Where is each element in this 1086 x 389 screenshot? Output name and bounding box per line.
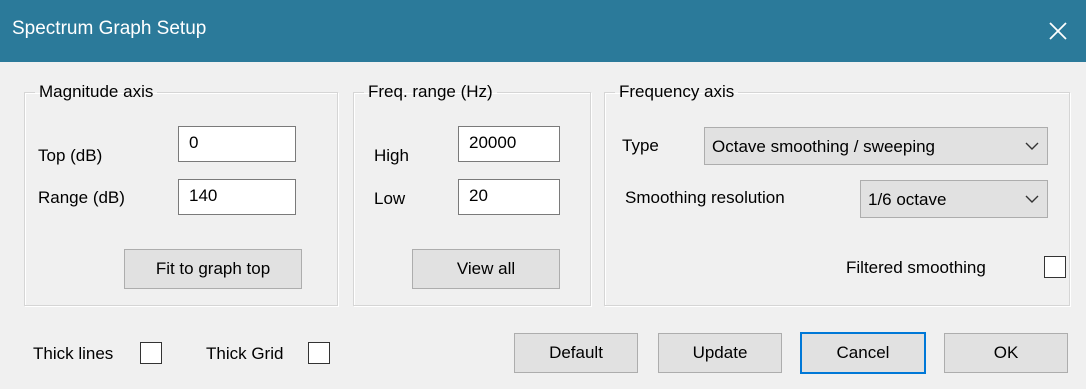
smoothing-resolution-value: 1/6 octave (868, 190, 947, 209)
chevron-down-icon (1025, 195, 1039, 203)
thick-lines-label: Thick lines (33, 344, 114, 363)
close-icon (1049, 22, 1067, 40)
smoothing-resolution-select[interactable]: 1/6 octave (860, 180, 1048, 218)
type-label: Type (622, 136, 659, 155)
title-bar[interactable]: Spectrum Graph Setup (0, 0, 1086, 62)
ok-button[interactable]: OK (944, 333, 1068, 373)
filtered-smoothing-label: Filtered smoothing (846, 258, 986, 277)
top-db-input[interactable]: 0 (178, 126, 296, 162)
range-db-input[interactable]: 140 (178, 179, 296, 215)
spectrum-graph-setup-dialog: Spectrum Graph Setup Magnitude axis Top … (0, 0, 1086, 389)
cancel-button[interactable]: Cancel (800, 332, 926, 374)
freq-range-legend: Freq. range (Hz) (368, 82, 493, 101)
magnitude-axis-legend: Magnitude axis (39, 82, 154, 101)
close-button[interactable] (1030, 0, 1086, 62)
fit-to-graph-top-button[interactable]: Fit to graph top (124, 249, 302, 289)
thick-grid-label: Thick Grid (206, 344, 284, 363)
filtered-smoothing-checkbox[interactable] (1044, 256, 1066, 278)
frequency-axis-legend: Frequency axis (619, 82, 735, 101)
thick-grid-checkbox[interactable] (308, 342, 330, 364)
window-title: Spectrum Graph Setup (12, 18, 207, 39)
view-all-button[interactable]: View all (412, 249, 560, 289)
chevron-down-icon (1025, 142, 1039, 150)
thick-lines-checkbox[interactable] (140, 342, 162, 364)
default-button[interactable]: Default (514, 333, 638, 373)
update-button[interactable]: Update (658, 333, 782, 373)
high-freq-input[interactable]: 20000 (458, 126, 560, 162)
range-db-label: Range (dB) (38, 188, 125, 207)
high-label: High (374, 146, 409, 165)
low-freq-input[interactable]: 20 (458, 179, 560, 215)
smoothing-resolution-label: Smoothing resolution (625, 188, 785, 207)
top-db-label: Top (dB) (38, 146, 103, 165)
type-select-value: Octave smoothing / sweeping (712, 137, 936, 156)
low-label: Low (374, 189, 406, 208)
type-select[interactable]: Octave smoothing / sweeping (704, 127, 1048, 165)
